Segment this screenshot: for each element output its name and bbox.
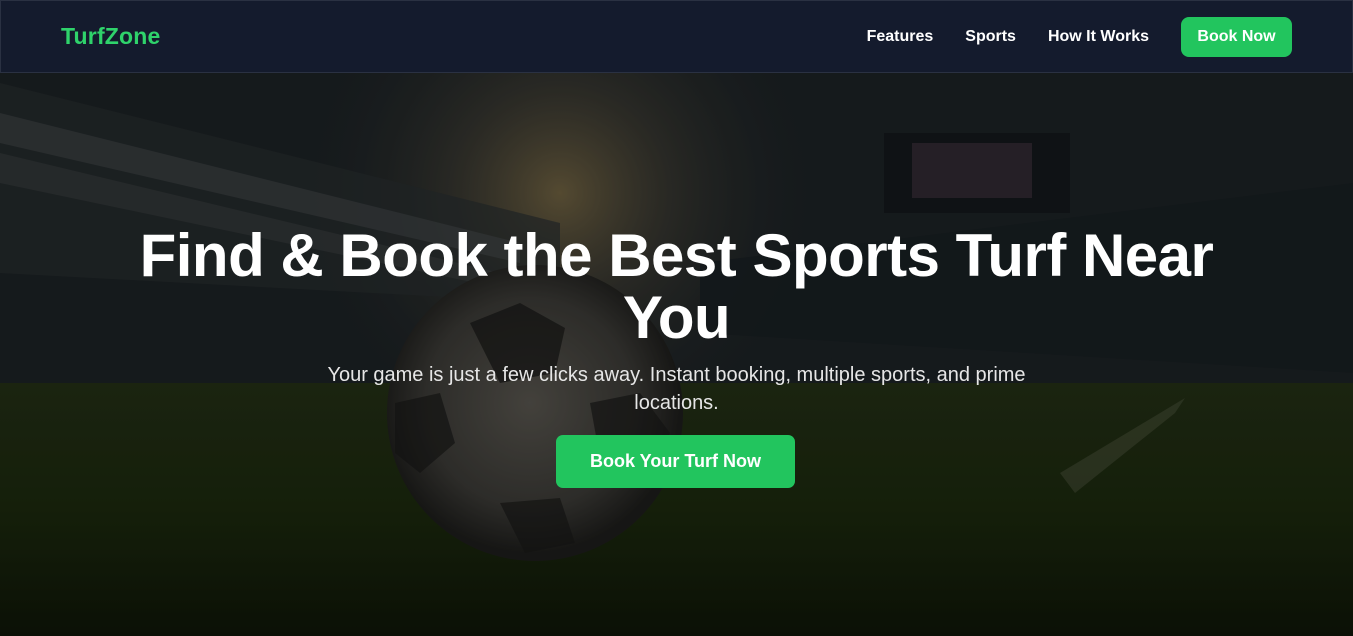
hero-title: Find & Book the Best Sports Turf Near Yo… xyxy=(139,222,1214,351)
top-navbar: TurfZone Features Sports How It Works Bo… xyxy=(0,0,1353,73)
hero-section: Find & Book the Best Sports Turf Near Yo… xyxy=(0,73,1353,636)
book-your-turf-button[interactable]: Book Your Turf Now xyxy=(556,435,795,488)
hero-subtitle: Your game is just a few clicks away. Ins… xyxy=(327,364,1026,414)
book-now-button[interactable]: Book Now xyxy=(1181,17,1292,57)
nav-links: Features Sports How It Works Book Now xyxy=(867,17,1292,57)
nav-link-features[interactable]: Features xyxy=(867,17,934,57)
hero-overlay xyxy=(0,73,1353,636)
nav-link-how-it-works[interactable]: How It Works xyxy=(1048,17,1149,57)
nav-link-sports[interactable]: Sports xyxy=(965,17,1016,57)
logo[interactable]: TurfZone xyxy=(61,23,161,50)
